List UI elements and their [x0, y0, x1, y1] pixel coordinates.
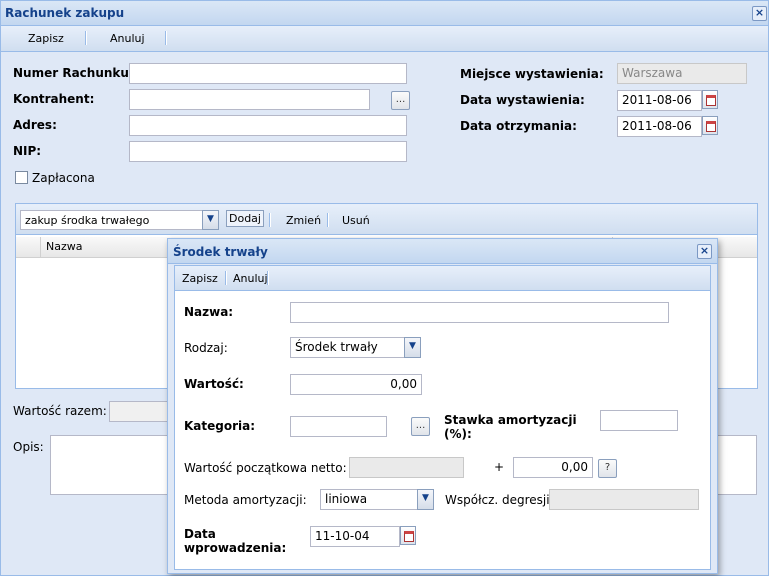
- cancel-button[interactable]: Anuluj: [110, 32, 145, 45]
- initial-net-value-extra-input[interactable]: 0,00: [513, 457, 593, 478]
- depreciation-rate-label: Stawka amortyzacji: [444, 413, 577, 427]
- depreciation-rate-input[interactable]: [600, 410, 678, 431]
- total-value-label: Wartość razem:: [13, 404, 107, 418]
- asset-kind-select[interactable]: Środek trwały: [290, 337, 405, 358]
- close-icon[interactable]: ×: [752, 6, 767, 21]
- toolbar-separator: [85, 31, 87, 45]
- initial-net-value-input: [349, 457, 464, 478]
- address-label: Adres:: [13, 118, 57, 132]
- description-label: Opis:: [13, 440, 44, 454]
- main-toolbar: Zapisz Anuluj: [1, 26, 768, 52]
- dialog-form: Nazwa: Rodzaj: Środek trwały ▼ Wartość: …: [174, 291, 711, 570]
- paid-label: Zapłacona: [32, 171, 95, 185]
- depreciation-rate-label-unit: (%):: [444, 427, 472, 441]
- dialog-titlebar: Środek trwały ×: [168, 239, 717, 264]
- invoice-number-label: Numer Rachunku:: [13, 66, 134, 80]
- issue-date-input[interactable]: 2011-08-06: [617, 90, 702, 111]
- chevron-down-icon[interactable]: ▼: [404, 337, 421, 358]
- degression-factor-label: Współcz. degresji:: [445, 493, 554, 507]
- entry-date-input[interactable]: 11-10-04: [310, 526, 400, 547]
- toolbar-separator: [165, 31, 167, 45]
- dialog-save-button[interactable]: Zapisz: [182, 272, 218, 285]
- contractor-label: Kontrahent:: [13, 92, 95, 106]
- column-header-name[interactable]: Nazwa: [46, 240, 82, 253]
- toolbar-separator: [269, 213, 271, 227]
- column-divider: [40, 237, 41, 257]
- window-titlebar: Rachunek zakupu ×: [1, 1, 768, 26]
- receipt-date-input[interactable]: 2011-08-06: [617, 116, 702, 137]
- fixed-asset-dialog: Środek trwały × Zapisz Anuluj Nazwa: Rod…: [167, 238, 718, 574]
- category-browse-button[interactable]: ...: [411, 417, 430, 436]
- add-item-button[interactable]: Dodaj: [226, 210, 264, 227]
- place-of-issue-input: Warszawa: [617, 63, 747, 84]
- issue-date-label: Data wystawienia:: [460, 93, 585, 107]
- entry-date-label: Data: [184, 527, 216, 541]
- asset-value-input[interactable]: 0,00: [290, 374, 422, 395]
- dialog-toolbar: Zapisz Anuluj: [174, 265, 711, 291]
- asset-name-input[interactable]: [290, 302, 669, 323]
- items-toolbar: zakup środka trwałego ▼ Dodaj Zmień Usuń: [16, 204, 757, 235]
- nip-input[interactable]: [129, 141, 407, 162]
- calendar-icon[interactable]: [702, 90, 718, 109]
- depreciation-method-label: Metoda amortyzacji:: [184, 493, 307, 507]
- help-button[interactable]: ?: [598, 459, 617, 478]
- chevron-down-icon[interactable]: ▼: [417, 489, 434, 510]
- dialog-cancel-button[interactable]: Anuluj: [233, 272, 268, 285]
- asset-kind-label: Rodzaj:: [184, 341, 228, 355]
- receipt-date-label: Data otrzymania:: [460, 119, 577, 133]
- calendar-icon[interactable]: [400, 526, 416, 545]
- asset-name-label: Nazwa:: [184, 305, 234, 319]
- place-of-issue-label: Miejsce wystawienia:: [460, 67, 604, 81]
- contractor-browse-button[interactable]: ...: [391, 91, 410, 110]
- close-icon[interactable]: ×: [697, 244, 712, 259]
- edit-item-button[interactable]: Zmień: [286, 214, 321, 227]
- initial-net-value-label: Wartość początkowa netto:: [184, 461, 347, 475]
- category-label: Kategoria:: [184, 419, 256, 433]
- paid-checkbox[interactable]: [15, 171, 28, 184]
- toolbar-separator: [225, 271, 227, 285]
- toolbar-separator: [267, 271, 269, 285]
- calendar-icon[interactable]: [702, 116, 718, 135]
- contractor-input[interactable]: [129, 89, 370, 110]
- nip-label: NIP:: [13, 144, 42, 158]
- chevron-down-icon[interactable]: ▼: [202, 210, 219, 230]
- category-input[interactable]: [290, 416, 387, 437]
- entry-date-label-2: wprowadzenia:: [184, 541, 287, 555]
- window-title: Rachunek zakupu: [5, 6, 125, 20]
- dialog-title: Środek trwały: [173, 245, 268, 259]
- plus-sign: +: [494, 460, 505, 474]
- delete-item-button[interactable]: Usuń: [342, 214, 370, 227]
- invoice-number-input[interactable]: [129, 63, 407, 84]
- toolbar-separator: [327, 213, 329, 227]
- asset-value-label: Wartość:: [184, 377, 244, 391]
- save-button[interactable]: Zapisz: [28, 32, 64, 45]
- depreciation-method-select[interactable]: liniowa: [320, 489, 418, 510]
- item-type-select[interactable]: zakup środka trwałego: [20, 210, 204, 230]
- degression-factor-input: [549, 489, 699, 510]
- address-input[interactable]: [129, 115, 407, 136]
